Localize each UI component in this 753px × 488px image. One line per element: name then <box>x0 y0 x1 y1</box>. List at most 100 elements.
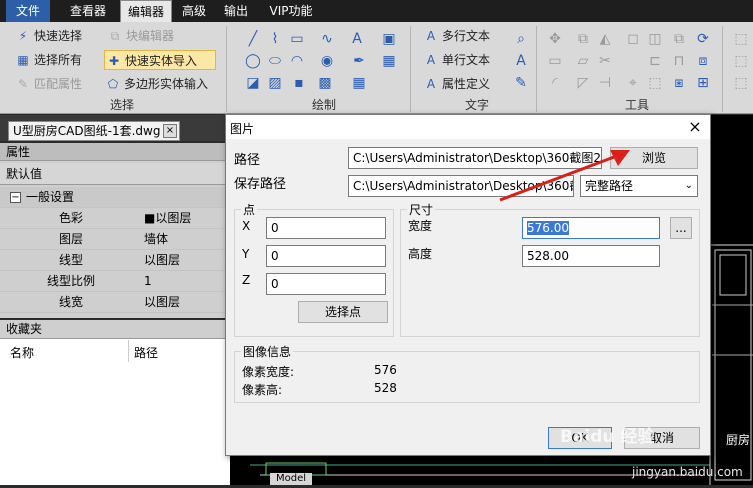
document-tab[interactable]: U型厨房CAD图纸-1套.dwg × <box>8 121 180 141</box>
favorites-header: 收藏夹 <box>0 320 230 339</box>
menu-output[interactable]: 输出 <box>218 0 254 22</box>
break-icon[interactable]: ⊣ <box>596 74 614 92</box>
copy-icon[interactable]: ⧉ <box>574 30 592 48</box>
close-icon[interactable]: × <box>686 117 704 137</box>
property-row[interactable]: 线宽 以图层 <box>0 292 230 313</box>
overflow-icon[interactable]: ⬚ <box>732 52 750 70</box>
dot-icon[interactable]: ▪ <box>290 74 308 92</box>
width-value: 576.00 <box>527 221 569 235</box>
column-header-name[interactable]: 名称 <box>10 344 34 361</box>
collapse-icon[interactable]: − <box>10 192 21 203</box>
measure-icon[interactable]: ⌖ <box>624 74 642 92</box>
properties-section[interactable]: − 一般设置 <box>0 187 230 208</box>
column-divider <box>128 340 129 362</box>
model-tab[interactable]: Model <box>270 473 313 485</box>
polyline-icon[interactable]: ⌇ <box>266 30 284 48</box>
quick-solid-import-button[interactable]: ✚ 快速实体导入 <box>104 50 216 70</box>
hatch-icon[interactable]: ▣ <box>380 30 398 48</box>
menu-viewer[interactable]: 查看器 <box>62 0 114 22</box>
spline-icon[interactable]: ∿ <box>318 30 336 48</box>
ellipse-icon[interactable]: ⬭ <box>266 52 284 70</box>
mirror-icon[interactable]: ◭ <box>596 30 614 48</box>
ungroup-icon[interactable]: ⧆ <box>670 74 688 92</box>
width-input[interactable]: 576.00 <box>522 217 660 239</box>
attr-def-icon: A <box>426 77 436 91</box>
rotate-icon[interactable]: ⟳ <box>694 30 712 48</box>
edit-text-icon[interactable]: ✎ <box>512 74 530 92</box>
menu-vip[interactable]: VIP功能 <box>262 0 320 22</box>
region-icon[interactable]: ◪ <box>244 74 262 92</box>
erase-icon[interactable]: ◻ <box>624 30 642 48</box>
stretch-icon[interactable]: ▱ <box>574 52 592 70</box>
grid-icon[interactable]: ▦ <box>350 74 368 92</box>
property-row[interactable]: 线型比例 1 <box>0 271 230 292</box>
array-icon[interactable]: ⧉ <box>670 30 688 48</box>
text-group-label: 文字 <box>464 98 489 112</box>
stext-button[interactable]: A 单行文本 <box>422 50 490 70</box>
more-button[interactable]: ... <box>670 217 692 239</box>
point-icon[interactable]: ◉ <box>318 52 336 70</box>
overflow-icon[interactable]: ⬚ <box>732 30 750 48</box>
y-input[interactable]: 0 <box>266 245 386 267</box>
chamfer-icon[interactable]: ◸ <box>574 74 592 92</box>
fillet-icon[interactable]: ◜ <box>546 74 564 92</box>
text-style-icon[interactable]: A <box>512 52 530 70</box>
select-all-button[interactable]: ▦ 选择所有 <box>14 50 82 70</box>
extend-icon[interactable]: ⊏ <box>646 52 664 70</box>
property-row[interactable]: 线型 以图层 <box>0 250 230 271</box>
close-icon[interactable]: × <box>163 124 177 138</box>
layer-add-icon[interactable]: ⊞ <box>694 74 712 92</box>
insert-image-icon[interactable]: ▩ <box>316 74 334 92</box>
select-point-button[interactable]: 选择点 <box>298 301 388 323</box>
overflow-icon[interactable]: ⬚ <box>732 74 750 92</box>
column-header-path[interactable]: 路径 <box>134 344 158 361</box>
explode-icon[interactable]: ⧈ <box>694 52 712 70</box>
scale-icon[interactable]: ▭ <box>546 52 564 70</box>
x-label: X <box>242 219 251 233</box>
select-group-label: 选择 <box>109 98 134 112</box>
line-icon[interactable]: ╱ <box>244 30 262 48</box>
circle-icon[interactable]: ◯ <box>244 52 262 70</box>
x-input[interactable]: 0 <box>266 217 386 239</box>
document-tab-label: U型厨房CAD图纸-1套.dwg <box>13 124 161 138</box>
menu-file[interactable]: 文件 <box>6 0 50 22</box>
watermark-url: jingyan.baidu.com <box>632 465 743 479</box>
property-row[interactable]: 色彩 ■以图层 <box>0 208 230 229</box>
rectangle-icon[interactable]: ▭ <box>288 30 306 48</box>
table-icon[interactable]: ▦ <box>380 52 398 70</box>
polygon-solid-input-button[interactable]: ⬠ 多边形实体输入 <box>104 74 208 94</box>
mtext-button[interactable]: A 多行文本 <box>422 26 490 46</box>
select-all-icon: ▦ <box>17 53 29 67</box>
gradient-icon[interactable]: ▨ <box>266 74 284 92</box>
arc-icon[interactable]: ◠ <box>288 52 306 70</box>
match-props-button[interactable]: ✎ 匹配属性 <box>14 74 82 94</box>
group-divider <box>722 26 723 112</box>
mtext-icon: A <box>426 29 436 43</box>
height-label: 高度 <box>408 247 433 261</box>
find-text-icon[interactable]: ⌕ <box>512 30 530 48</box>
trim-icon[interactable]: ✂ <box>596 52 614 70</box>
attr-def-button[interactable]: A 属性定义 <box>422 74 490 94</box>
menu-advanced[interactable]: 高级 <box>176 0 212 22</box>
favorites-panel: 收藏夹 名称 路径 <box>0 320 230 485</box>
menu-editor[interactable]: 编辑器 <box>120 0 172 22</box>
quick-select-button[interactable]: ⚡ 快速选择 <box>14 26 82 46</box>
point-group-title: 点 <box>241 201 258 218</box>
text-tool-icon[interactable]: A <box>348 30 366 48</box>
z-label: Z <box>242 273 251 287</box>
ribbon: ⚡ 快速选择 ⧉ 块编辑器 ▦ 选择所有 ✚ 快速实体导入 ✎ 匹配属性 ⬠ 多边形实体输入… <box>0 22 753 114</box>
join-icon[interactable]: ⊓ <box>670 52 688 70</box>
pen-icon[interactable]: ✒ <box>350 52 368 70</box>
move-icon[interactable]: ✥ <box>546 30 564 48</box>
height-input[interactable]: 528.00 <box>522 245 660 267</box>
block-editor-button[interactable]: ⧉ 块编辑器 <box>106 26 174 46</box>
properties-default[interactable]: 默认值 <box>0 163 230 185</box>
group-icon[interactable]: ⬚ <box>646 74 664 92</box>
plus-icon: ✚ <box>108 54 120 68</box>
path-label: 路径 <box>234 153 261 168</box>
z-input[interactable]: 0 <box>266 273 386 295</box>
polygon-icon: ⬠ <box>107 77 119 91</box>
offset-icon[interactable]: ◫ <box>646 30 664 48</box>
watermark-brand: Baidu 经验 <box>560 427 655 447</box>
property-row[interactable]: 图层 墙体 <box>0 229 230 250</box>
